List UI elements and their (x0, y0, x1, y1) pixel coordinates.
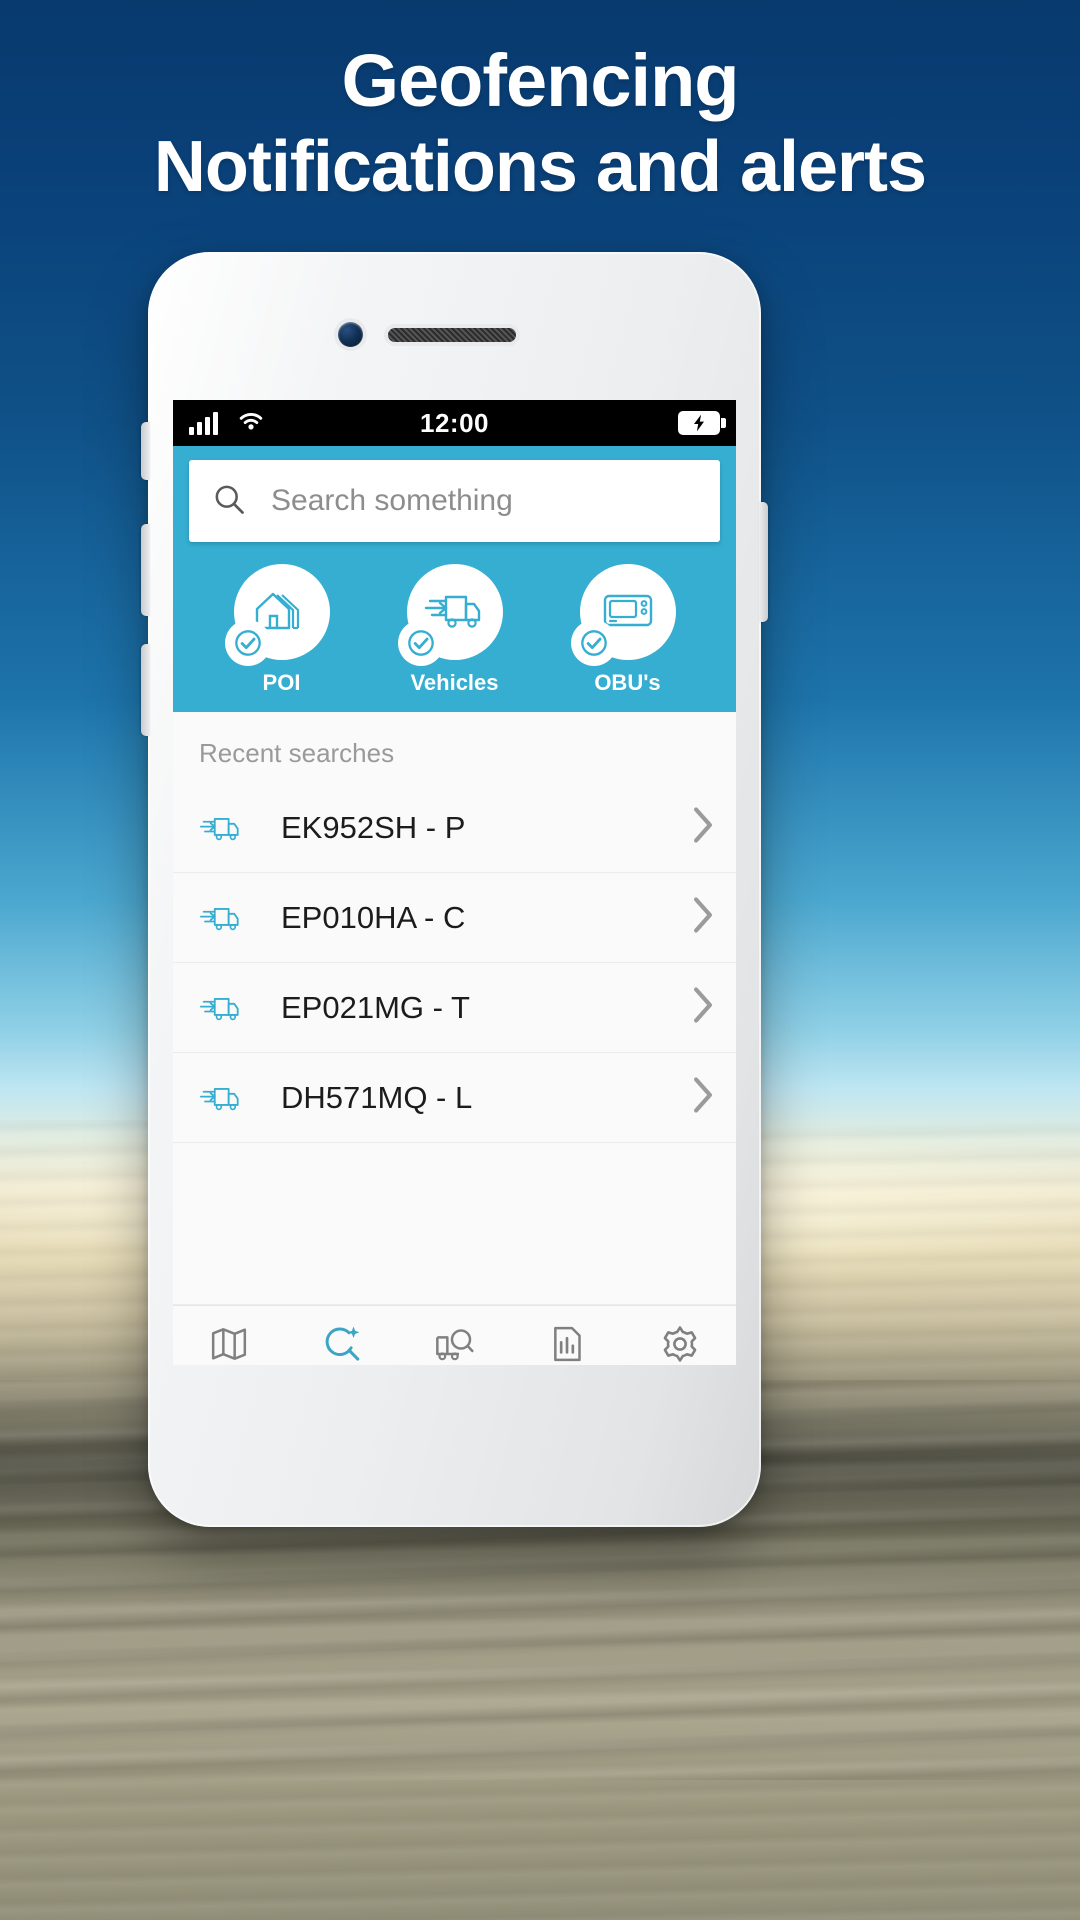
category-filter-row: POI Vehicles OBU's (189, 542, 720, 712)
recent-searches-title: Recent searches (199, 738, 395, 768)
tab-settings[interactable]: Settings (623, 1321, 736, 1366)
headline-line-1: Geofencing (341, 39, 739, 122)
list-item-label: EK952SH - P (281, 809, 466, 845)
check-circle-icon (397, 620, 444, 666)
tab-explorer[interactable]: Explorer (398, 1321, 511, 1366)
category-chip-poi[interactable]: POI (207, 564, 357, 696)
search-icon (211, 481, 247, 522)
power-button[interactable] (759, 502, 768, 622)
list-item[interactable]: EK952SH - P (173, 783, 736, 873)
category-chip-label: POI (262, 670, 301, 695)
promo-scene: Geofencing Notifications and alerts 12:0… (0, 0, 1080, 1920)
chevron-right-icon[interactable] (692, 806, 714, 849)
battery-charging-icon (678, 411, 726, 435)
truck-icon (199, 992, 255, 1024)
tab-reports[interactable]: Reports (511, 1321, 624, 1366)
category-chip-vehicles[interactable]: Vehicles (380, 564, 530, 696)
earpiece-speaker (388, 328, 516, 342)
chevron-right-icon[interactable] (692, 896, 714, 939)
category-chip-label: Vehicles (410, 670, 499, 695)
list-empty-space (173, 1143, 736, 1305)
chip-circle (224, 564, 330, 666)
truck-icon (199, 902, 255, 934)
status-time: 12:00 (420, 407, 489, 438)
category-chip-label: OBU's (594, 670, 661, 695)
search-header: Search something POI Vehicles OBU's (173, 446, 736, 712)
mute-switch[interactable] (141, 422, 150, 480)
tab-magic-search[interactable]: Magic Se... (286, 1321, 399, 1366)
list-item-label: EP010HA - C (281, 899, 466, 935)
status-bar: 12:00 (173, 400, 736, 446)
check-circle-icon (570, 620, 617, 666)
search-placeholder: Search something (271, 484, 513, 517)
tab-map[interactable]: Map (173, 1321, 286, 1366)
list-item-label: EP021MG - T (281, 989, 470, 1025)
chevron-right-icon[interactable] (692, 986, 714, 1029)
volume-up-button[interactable] (141, 524, 150, 616)
list-item[interactable]: DH571MQ - L (173, 1053, 736, 1143)
chevron-right-icon[interactable] (692, 1076, 714, 1119)
phone-mockup: 12:00 Search something POI Vehicles OBU'… (141, 252, 768, 1527)
list-item[interactable]: EP010HA - C (173, 873, 736, 963)
list-item-label: DH571MQ - L (281, 1079, 473, 1115)
recent-searches-section: Recent searches EK952SH - P EP010HA - C … (173, 712, 736, 1305)
front-camera (338, 322, 363, 347)
map-icon (173, 1321, 286, 1366)
chip-circle (570, 564, 676, 666)
list-item[interactable]: EP021MG - T (173, 963, 736, 1053)
category-chip-obus[interactable]: OBU's (553, 564, 703, 696)
explorer-truck-icon (398, 1321, 511, 1366)
check-circle-icon (224, 620, 271, 666)
truck-icon (199, 1082, 255, 1114)
page-title: Geofencing Notifications and alerts (0, 38, 1080, 210)
reports-chart-icon (511, 1321, 624, 1366)
volume-down-button[interactable] (141, 644, 150, 736)
headline-line-2: Notifications and alerts (153, 127, 927, 207)
chip-circle (397, 564, 503, 666)
gear-icon (623, 1321, 736, 1366)
phone-screen: 12:00 Search something POI Vehicles OBU'… (173, 400, 736, 1365)
bottom-tab-bar: Map Magic Se... (173, 1305, 736, 1365)
magic-search-icon (286, 1321, 399, 1366)
truck-icon (199, 812, 255, 844)
search-input[interactable]: Search something (189, 460, 720, 542)
